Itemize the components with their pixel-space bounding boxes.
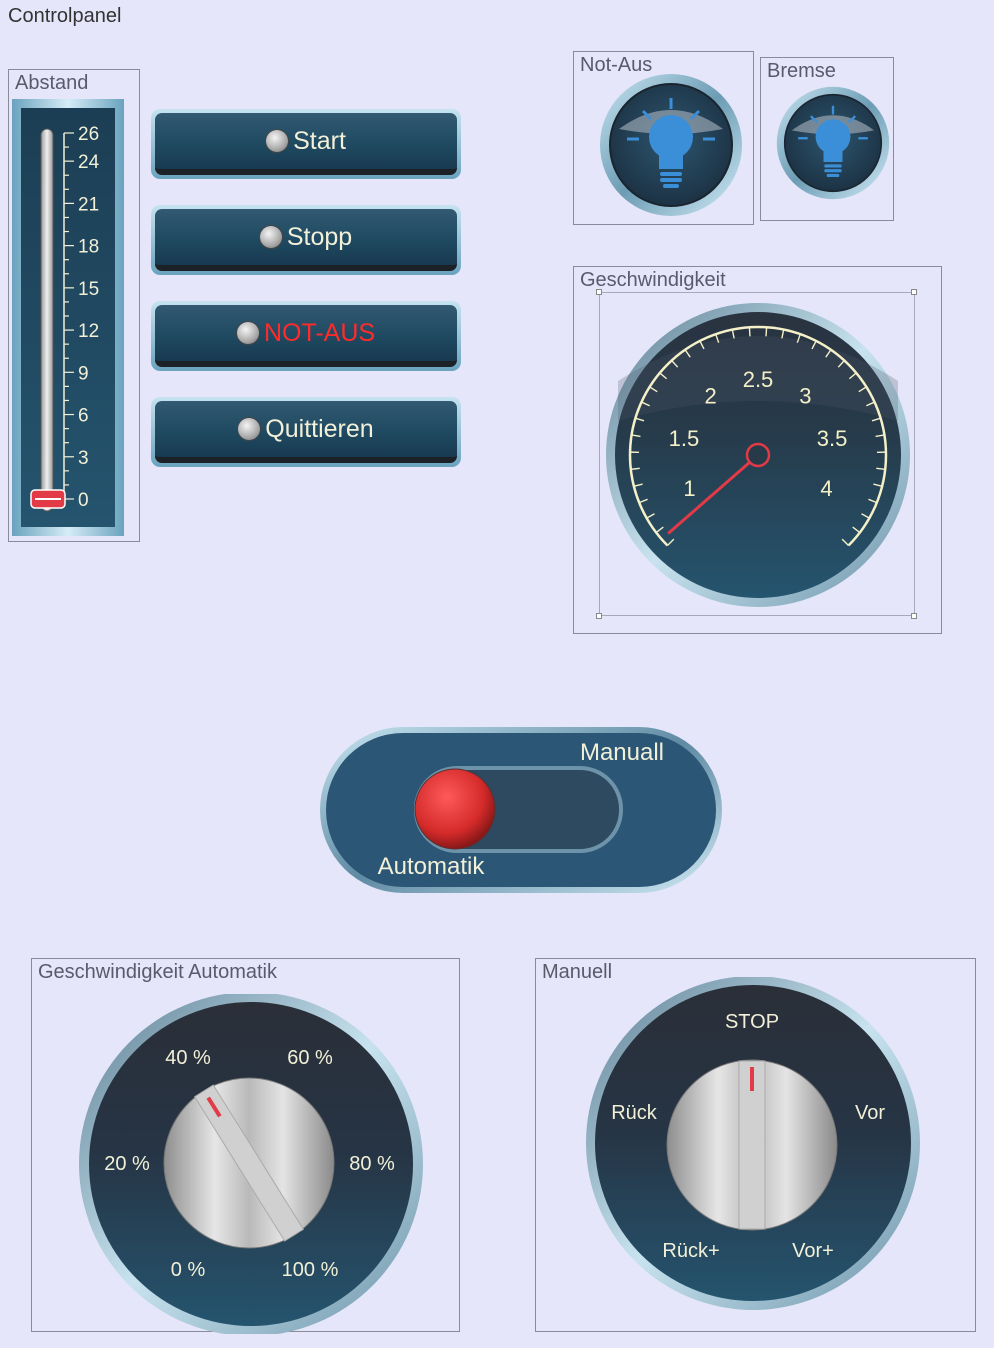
stop-button-label: Stopp	[286, 222, 353, 251]
emergency-stop-button[interactable]: NOT-AUS	[151, 301, 461, 371]
knob-pointer	[738, 1060, 766, 1230]
bremse-lamp	[776, 86, 890, 200]
window-title: Controlpanel	[8, 5, 122, 27]
slider-scale-label: 15	[78, 279, 99, 300]
gauge-label: 3	[799, 384, 811, 409]
not-aus-lamp	[600, 74, 742, 216]
slider-scale-label: 21	[78, 194, 99, 215]
knob-label-20: 20 %	[104, 1153, 150, 1175]
acknowledge-led-icon	[238, 418, 261, 440]
selection-handle	[911, 613, 917, 619]
start-led-icon	[266, 130, 289, 152]
emergency-stop-button-label: NOT-AUS	[263, 318, 376, 347]
slider-scale-label: 26	[78, 124, 99, 145]
knob-label-100: 100 %	[282, 1259, 339, 1281]
bremse-title: Bremse	[767, 60, 836, 82]
start-button[interactable]: Start	[151, 109, 461, 179]
slider-scale-label: 12	[78, 321, 99, 342]
knob-label-0: 0 %	[171, 1259, 206, 1281]
gauge-label: 2	[704, 384, 716, 409]
knob-label-forward-plus: Vor+	[792, 1240, 834, 1262]
speed-gauge: 1 1.52 2.5 33.5 4	[606, 303, 910, 607]
gauge-label: 3.5	[817, 426, 848, 451]
stop-button[interactable]: Stopp	[151, 205, 461, 275]
slider-scale-label: 18	[78, 237, 99, 258]
selection-handle	[596, 289, 602, 295]
gauge-label: 2.5	[743, 367, 774, 392]
switch-knob[interactable]	[414, 768, 496, 850]
knob-label-stop: STOP	[725, 1011, 779, 1033]
distance-title: Abstand	[15, 72, 89, 94]
slider-scale-label: 3	[78, 448, 89, 469]
distance-slider[interactable]: 26 24 21 18 15 12 9 6 3 0	[12, 99, 124, 536]
acknowledge-button-label: Quittieren	[265, 414, 374, 443]
slider-scale-label: 0	[78, 490, 89, 511]
slider-scale-label: 24	[78, 152, 100, 173]
mode-toggle-switch[interactable]: Manuall Automatik	[320, 727, 722, 893]
gauge-label: 4	[820, 476, 832, 501]
auto-speed-title: Geschwindigkeit Automatik	[38, 961, 278, 983]
emergency-led-icon	[236, 322, 259, 344]
gauge-hub	[745, 442, 771, 468]
switch-label-automatic: Automatik	[378, 853, 486, 880]
slider-scale-label: 6	[78, 406, 89, 427]
knob-label-60: 60 %	[287, 1047, 333, 1069]
stop-led-icon	[259, 226, 282, 248]
auto-speed-knob[interactable]: 20 % 40 % 60 % 80 % 0 % 100 %	[77, 994, 425, 1334]
knob-label-80: 80 %	[349, 1153, 395, 1175]
gauge-label: 1	[683, 476, 695, 501]
slider-background	[21, 108, 115, 527]
slider-scale-label: 9	[78, 363, 89, 384]
knob-label-40: 40 %	[165, 1047, 211, 1069]
acknowledge-button[interactable]: Quittieren	[151, 397, 461, 467]
selection-handle	[596, 613, 602, 619]
gauge-label: 1.5	[669, 426, 700, 451]
knob-label-forward: Vor	[855, 1102, 885, 1124]
selection-handle	[911, 289, 917, 295]
slider-track	[40, 128, 54, 512]
switch-label-manual: Manuall	[580, 739, 664, 766]
control-panel: Controlpanel Abstand 26 24 21 18 15 12 9 6 3 0 St…	[0, 0, 994, 1348]
knob-label-back-plus: Rück+	[662, 1240, 719, 1262]
start-button-label: Start	[293, 126, 346, 155]
manual-knob[interactable]: STOP Rück Vor Rück+ Vor+	[581, 977, 929, 1317]
knob-label-back: Rück	[611, 1102, 658, 1124]
